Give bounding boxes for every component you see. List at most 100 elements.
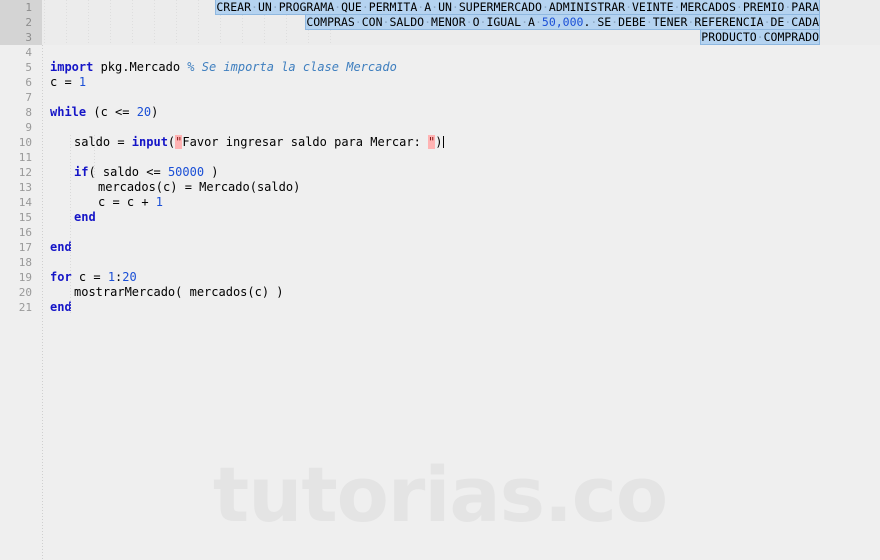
code-token-kw: if [74, 165, 89, 179]
code-token-plain: mostrarMercado( mercados(c) ) [74, 285, 284, 299]
line-number: 20 [18, 286, 32, 299]
selected-text-run[interactable]: PRODUCTO·COMPRADO [701, 30, 819, 44]
code-token-plain: CON [361, 15, 383, 29]
code-token-num: 1 [78, 75, 87, 89]
code-surface[interactable]: CREAR·UN·PROGRAMA·QUE·PERMITA·A·UN·SUPER… [42, 0, 880, 560]
code-token-plain: O [472, 15, 480, 29]
header-comment-line[interactable]: PRODUCTO·COMPRADO [701, 30, 819, 45]
code-token-num: 20 [122, 270, 137, 284]
code-token-plain: PREMIO [742, 0, 785, 14]
code-line[interactable]: saldo = input("Favor ingresar saldo para… [74, 135, 444, 150]
code-token-dot: · [645, 15, 653, 29]
code-token-plain: UN [257, 0, 272, 14]
header-comment-line[interactable]: COMPRAS·CON·SALDO·MENOR·O·IGUAL·A·50,000… [306, 15, 819, 30]
code-token-kw: end [74, 210, 96, 224]
code-token-dot: · [465, 15, 473, 29]
code-line[interactable]: end [50, 300, 72, 315]
line-number: 13 [18, 181, 32, 194]
code-token-dot: · [424, 15, 432, 29]
code-token-plain: IGUAL [486, 15, 522, 29]
line-number: 7 [25, 91, 32, 104]
code-line[interactable]: c = 1 [50, 75, 86, 90]
line-number: 9 [25, 121, 32, 134]
code-token-plain: pkg.Mercado [93, 60, 188, 74]
code-token-plain: CREAR [216, 0, 251, 14]
code-token-num: 1 [155, 195, 164, 209]
indent-guide [94, 135, 95, 180]
indent-guide [70, 135, 71, 315]
code-token-plain: PRODUCTO [701, 30, 757, 44]
line-number: 11 [18, 151, 32, 164]
indent-guide [154, 0, 155, 45]
code-token-plain: (c <= [86, 105, 137, 119]
code-token-plain: UN [438, 0, 452, 14]
code-token-dot: · [251, 0, 258, 14]
line-number-gutter[interactable]: 1 2 3 4 5 6 7 8 9 10 11 12 13 14 15 16 17 18 19 20 21 [0, 0, 42, 560]
code-token-plain: ) [151, 105, 159, 119]
line-number: 16 [18, 226, 32, 239]
code-token-cmt: % Se importa la clase Mercado [187, 60, 397, 74]
code-token-plain: ) [204, 165, 219, 179]
code-token-plain: ) [435, 135, 443, 149]
code-line[interactable]: end [50, 240, 72, 255]
code-token-plain: Favor ingresar saldo para Mercar: [182, 135, 429, 149]
indent-guide [198, 0, 199, 45]
code-token-plain: COMPRADO [763, 30, 819, 44]
code-token-plain: A [528, 15, 535, 29]
code-token-plain: mercados(c) = Mercado(saldo) [98, 180, 301, 194]
code-token-kw: while [50, 105, 87, 119]
code-token-num: 50000 [167, 165, 205, 179]
code-token-plain: CADA [791, 15, 819, 29]
code-line[interactable]: end [74, 210, 96, 225]
code-token-plain: ADMINISTRAR [548, 0, 626, 14]
code-token-dot: · [756, 30, 764, 44]
code-line[interactable]: while (c <= 20) [50, 105, 158, 120]
code-token-plain: c = [50, 75, 79, 89]
code-token-dot: · [534, 15, 542, 29]
code-token-plain: ( saldo <= [88, 165, 168, 179]
code-token-dot: · [451, 0, 459, 14]
indent-guide [132, 0, 133, 45]
line-number: 8 [25, 106, 32, 119]
line-number: 4 [25, 46, 32, 59]
code-token-kw: end [50, 240, 72, 254]
code-editor[interactable]: tutorias.co CREAR·UN·PROGRAMA·QUE·PERMIT… [0, 0, 880, 560]
code-token-plain: REFERENCIA [694, 15, 764, 29]
code-token-dot: · [521, 15, 529, 29]
code-token-plain: COMPRAS [306, 15, 355, 29]
code-token-plain: PERMITA [368, 0, 418, 14]
code-line[interactable]: mostrarMercado( mercados(c) ) [74, 285, 284, 300]
code-token-plain: SE [597, 15, 612, 29]
indent-guide [110, 0, 111, 45]
code-token-plain: VEINTE [632, 0, 674, 14]
line-number: 5 [25, 61, 32, 74]
code-token-plain: saldo = [74, 135, 132, 149]
code-line[interactable]: import pkg.Mercado % Se importa la clase… [50, 60, 397, 75]
code-token-dot: · [541, 0, 549, 14]
code-token-dot: · [271, 0, 279, 14]
code-token-plain: MERCADOS [680, 0, 736, 14]
line-number: 3 [25, 31, 32, 44]
code-line[interactable]: if( saldo <= 50000 ) [74, 165, 219, 180]
line-number: 14 [18, 196, 32, 209]
selected-text-run[interactable]: CREAR·UN·PROGRAMA·QUE·PERMITA·A·UN·SUPER… [216, 0, 819, 14]
code-token-plain: PROGRAMA [278, 0, 335, 14]
code-token-dot: · [735, 0, 743, 14]
line-number: 15 [18, 211, 32, 224]
code-line[interactable]: for c = 1:20 [50, 270, 137, 285]
line-number: 10 [18, 136, 32, 149]
code-token-num: 1 [107, 270, 116, 284]
code-line[interactable]: c = c + 1 [98, 195, 163, 210]
line-number: 12 [18, 166, 32, 179]
code-line[interactable]: mercados(c) = Mercado(saldo) [98, 180, 300, 195]
line-number: 18 [18, 256, 32, 269]
code-token-num: 20 [136, 105, 152, 119]
code-token-plain: DE [770, 15, 785, 29]
selected-text-run[interactable]: COMPRAS·CON·SALDO·MENOR·O·IGUAL·A·50,000… [306, 15, 819, 29]
code-token-dot: · [361, 0, 369, 14]
code-token-kw: input [131, 135, 168, 149]
line-number: 1 [25, 1, 32, 14]
header-comment-line[interactable]: CREAR·UN·PROGRAMA·QUE·PERMITA·A·UN·SUPER… [216, 0, 819, 15]
code-token-plain: c = [71, 270, 108, 284]
code-token-dot: · [625, 0, 632, 14]
